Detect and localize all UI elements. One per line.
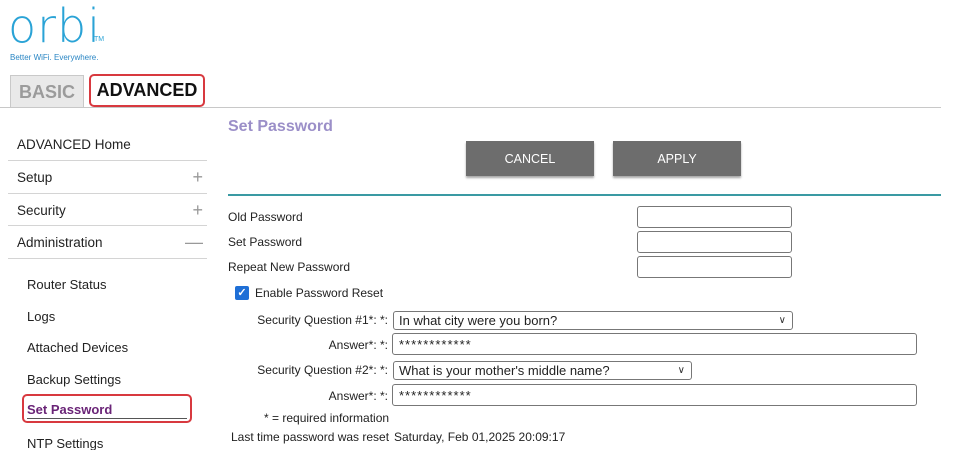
tab-basic[interactable]: BASIC (10, 75, 84, 108)
page-title: Set Password (228, 118, 333, 135)
plus-icon[interactable]: + (192, 167, 203, 188)
logo-trademark: TM (94, 36, 105, 43)
sidebar-subitem-ntp-settings[interactable]: NTP Settings (27, 436, 103, 450)
chevron-down-icon: ∨ (677, 365, 685, 376)
enable-password-reset-checkbox[interactable]: ✓ (235, 286, 249, 300)
sidebar-item-label: ADVANCED Home (17, 136, 131, 152)
answer-1-input[interactable]: ************ (392, 333, 917, 355)
sidebar-item-label: Setup (17, 169, 53, 185)
active-item-underline (27, 418, 187, 419)
answer-2-label: Answer*: *: (328, 389, 388, 403)
security-question-1-select[interactable]: In what city were you born? ∨ (393, 311, 793, 330)
security-question-2-select[interactable]: What is your mother's middle name? ∨ (393, 361, 692, 380)
header-divider (0, 107, 941, 108)
content-divider (228, 194, 941, 196)
sidebar-item-administration[interactable]: Administration — (8, 226, 207, 258)
answer-2-input[interactable]: ************ (392, 384, 917, 406)
set-password-input[interactable] (637, 231, 792, 253)
sidebar-item-label: Administration (17, 234, 103, 250)
cancel-button[interactable]: CANCEL (466, 141, 594, 176)
repeat-password-input[interactable] (637, 256, 792, 278)
sidebar-item-setup[interactable]: Setup + (8, 161, 207, 193)
sidebar-item-security[interactable]: Security + (8, 194, 207, 226)
minus-icon[interactable]: — (185, 232, 203, 253)
sidebar-item-advanced-home[interactable]: ADVANCED Home (8, 128, 207, 160)
plus-icon[interactable]: + (192, 200, 203, 221)
sidebar-divider (8, 258, 207, 259)
sidebar-subitem-logs[interactable]: Logs (27, 309, 55, 324)
sidebar-subitem-router-status[interactable]: Router Status (27, 277, 107, 292)
required-info-note: * = required information (264, 411, 390, 425)
old-password-input[interactable] (637, 206, 792, 228)
repeat-password-label: Repeat New Password (228, 260, 351, 274)
set-password-label: Set Password (228, 235, 303, 249)
sidebar-subitem-backup-settings[interactable]: Backup Settings (27, 372, 121, 387)
enable-password-reset-label: Enable Password Reset (255, 286, 384, 300)
old-password-label: Old Password (228, 210, 303, 224)
last-reset-timestamp: Saturday, Feb 01,2025 20:09:17 (394, 430, 566, 444)
select-value: What is your mother's middle name? (399, 363, 610, 378)
chevron-down-icon: ∨ (778, 315, 786, 326)
tab-advanced[interactable]: ADVANCED (89, 74, 205, 107)
sidebar-subitem-attached-devices[interactable]: Attached Devices (27, 340, 128, 355)
orbi-logo: orbi (8, 0, 102, 53)
answer-1-label: Answer*: *: (328, 338, 388, 352)
security-question-2-label: Security Question #2*: *: (257, 363, 388, 377)
sidebar-subitem-set-password[interactable]: Set Password (27, 402, 112, 417)
security-question-1-label: Security Question #1*: *: (257, 313, 388, 327)
brand-tagline: Better WiFi. Everywhere. (10, 53, 99, 62)
sidebar-item-label: Security (17, 202, 66, 218)
last-reset-label: Last time password was reset (231, 430, 390, 444)
apply-button[interactable]: APPLY (613, 141, 741, 176)
select-value: In what city were you born? (399, 313, 558, 328)
